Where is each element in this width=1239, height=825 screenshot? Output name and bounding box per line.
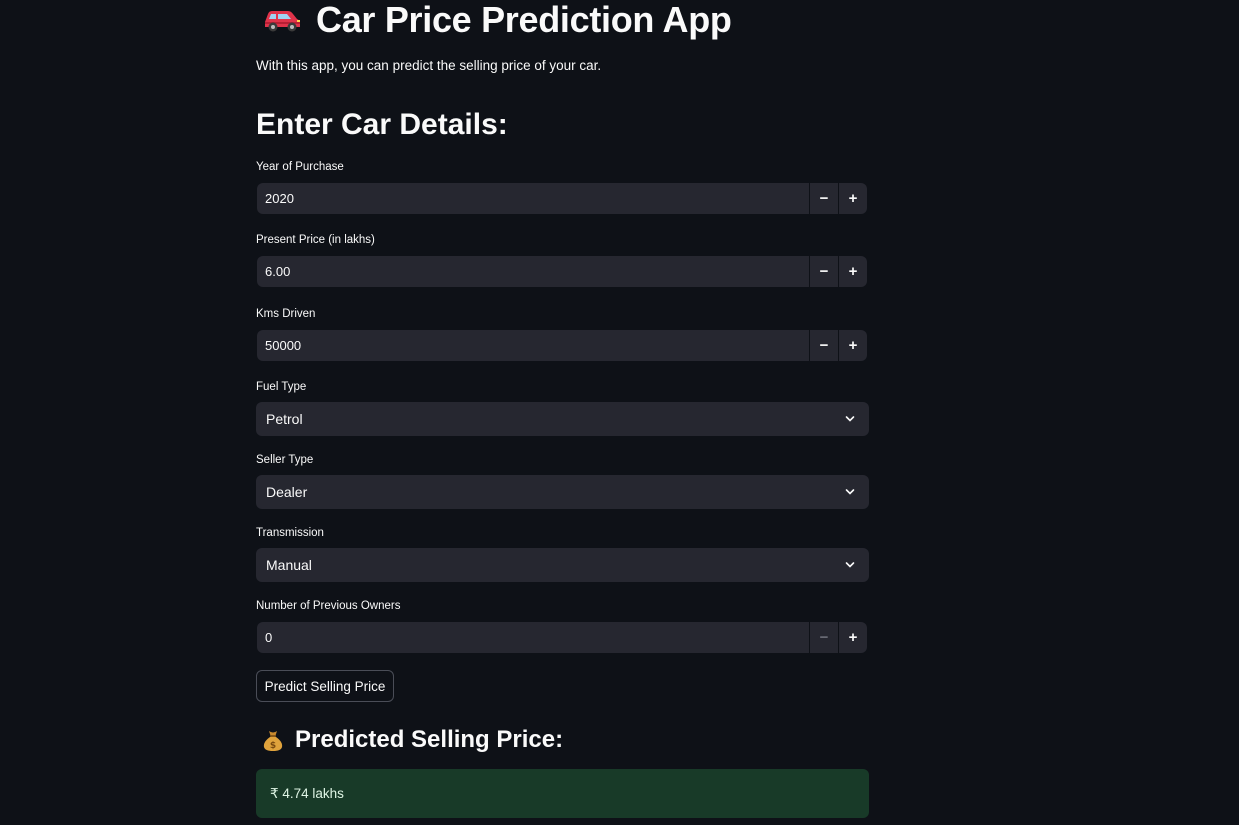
fuel-type-select[interactable]: Petrol xyxy=(256,402,869,436)
present-price-value[interactable]: 6.00 xyxy=(257,264,809,279)
year-label: Year of Purchase xyxy=(256,161,344,173)
owners-label: Number of Previous Owners xyxy=(256,600,401,612)
car-icon xyxy=(262,5,302,35)
money-bag-icon: $ xyxy=(260,727,286,753)
page-subtitle: With this app, you can predict the selli… xyxy=(256,58,602,73)
chevron-down-icon xyxy=(845,487,855,497)
year-value[interactable]: 2020 xyxy=(257,191,809,206)
form-heading: Enter Car Details: xyxy=(256,108,508,141)
present-price-label: Present Price (in lakhs) xyxy=(256,234,375,246)
predict-selling-price-button[interactable]: Predict Selling Price xyxy=(256,670,394,702)
seller-type-value: Dealer xyxy=(266,484,308,500)
page-title: Car Price Prediction App xyxy=(316,0,732,40)
present-price-decrement-button[interactable]: − xyxy=(809,256,838,287)
kms-driven-label: Kms Driven xyxy=(256,308,316,320)
year-decrement-button[interactable]: − xyxy=(809,183,838,214)
seller-type-label: Seller Type xyxy=(256,454,314,466)
title-row: Car Price Prediction App xyxy=(256,0,732,40)
owners-value[interactable]: 0 xyxy=(257,630,809,645)
svg-text:$: $ xyxy=(270,741,276,751)
kms-driven-decrement-button[interactable]: − xyxy=(809,330,838,361)
transmission-select[interactable]: Manual xyxy=(256,548,869,582)
transmission-value: Manual xyxy=(266,557,312,573)
fuel-type-value: Petrol xyxy=(266,411,303,427)
kms-driven-value[interactable]: 50000 xyxy=(257,338,809,353)
present-price-increment-button[interactable]: + xyxy=(838,256,867,287)
fuel-type-label: Fuel Type xyxy=(256,381,307,393)
result-heading: Predicted Selling Price: xyxy=(295,726,564,753)
chevron-down-icon xyxy=(845,414,855,424)
result-heading-row: $ Predicted Selling Price: xyxy=(256,724,563,756)
owners-number-input[interactable]: 0 − + xyxy=(257,622,867,653)
year-number-input[interactable]: 2020 − + xyxy=(257,183,867,214)
owners-increment-button[interactable]: + xyxy=(838,622,867,653)
chevron-down-icon xyxy=(845,560,855,570)
seller-type-select[interactable]: Dealer xyxy=(256,475,869,509)
predicted-price-value: ₹ 4.74 lakhs xyxy=(270,785,344,801)
transmission-label: Transmission xyxy=(256,527,324,539)
owners-decrement-button[interactable]: − xyxy=(809,622,838,653)
kms-driven-increment-button[interactable]: + xyxy=(838,330,867,361)
result-success-box: ₹ 4.74 lakhs xyxy=(256,769,869,818)
present-price-number-input[interactable]: 6.00 − + xyxy=(257,256,867,287)
kms-driven-number-input[interactable]: 50000 − + xyxy=(257,330,867,361)
year-increment-button[interactable]: + xyxy=(838,183,867,214)
